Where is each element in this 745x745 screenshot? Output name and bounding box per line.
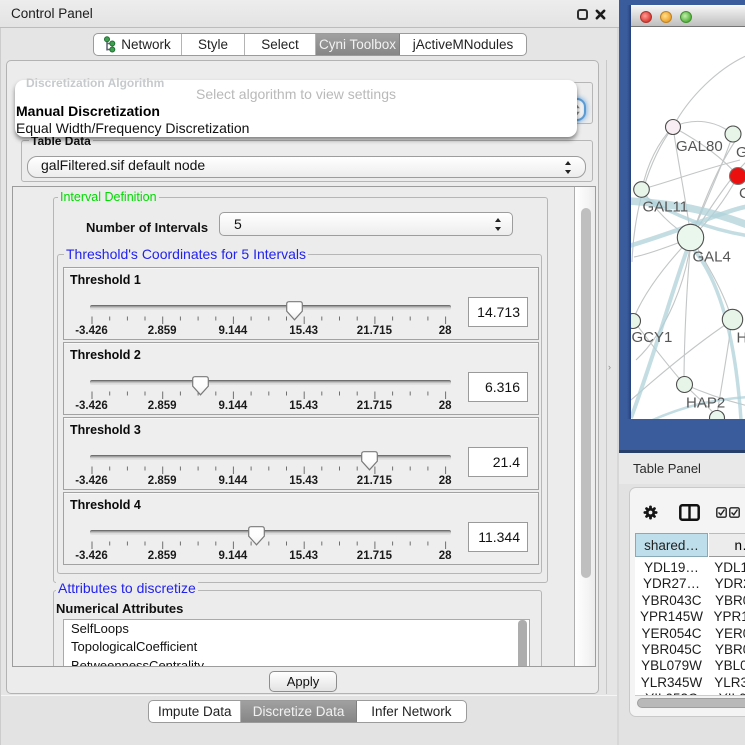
svg-text:HAP2: HAP2 — [686, 395, 725, 412]
svg-text:C: C — [739, 185, 745, 202]
svg-text:GAL4: GAL4 — [693, 249, 731, 266]
svg-text:H: H — [737, 330, 745, 347]
svg-text:GCY1: GCY1 — [632, 329, 673, 346]
svg-text:GAL80: GAL80 — [676, 138, 723, 155]
svg-text:GAL11: GAL11 — [643, 199, 689, 216]
svg-text:GA: GA — [736, 144, 745, 161]
